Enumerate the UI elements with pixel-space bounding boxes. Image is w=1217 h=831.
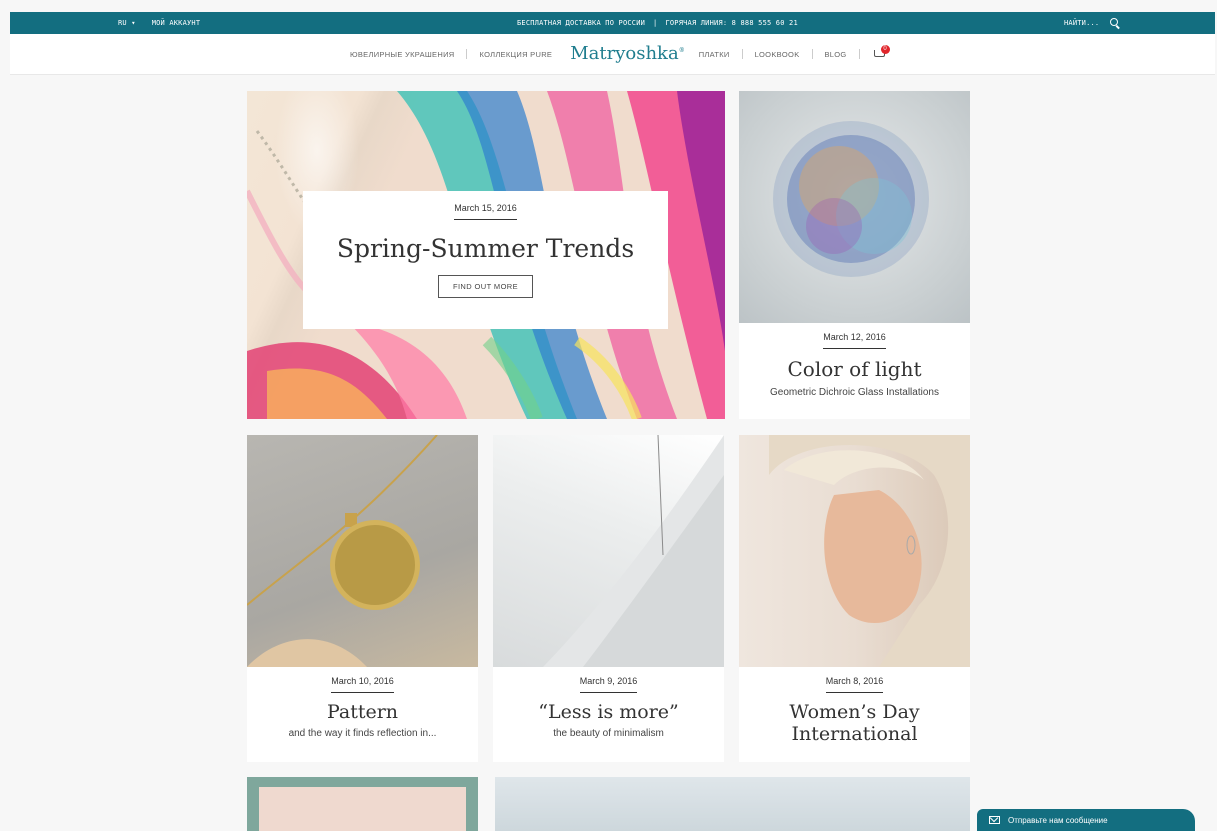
logo-mark: ® (678, 46, 685, 54)
language-label: RU (118, 19, 127, 27)
site-logo[interactable]: Matryoshka® (570, 43, 684, 64)
post-card-footer: March 9, 2016 “Less is more” the beauty … (493, 667, 724, 762)
minimalism-image (493, 435, 724, 667)
post-title[interactable]: Color of light (739, 357, 970, 381)
post-card-partial-wide[interactable] (495, 777, 970, 831)
nav-divider (466, 49, 468, 59)
cart-icon[interactable]: 0 (872, 45, 890, 60)
post-date: March 12, 2016 (823, 332, 886, 349)
post-card-footer: March 8, 2016 Women’s Day International (739, 667, 970, 762)
top-bar: RU ▾ МОЙ АККАУНТ БЕСПЛАТНАЯ ДОСТАВКА ПО … (10, 12, 1215, 34)
post-card-pattern[interactable]: March 10, 2016 Pattern and the way it fi… (247, 435, 478, 762)
post-subtitle: the beauty of minimalism (553, 728, 664, 739)
search-icon[interactable] (1109, 17, 1121, 29)
post-title[interactable]: Spring-Summer Trends (303, 234, 668, 263)
nav-item-lookbook[interactable]: LOOKBOOK (755, 50, 800, 59)
hotline-info: ГОРЯЧАЯ ЛИНИЯ: 8 888 555 60 21 (665, 19, 798, 27)
cart-count-badge: 0 (880, 45, 890, 54)
nav-item-scarves[interactable]: ПЛАТКИ (699, 50, 730, 59)
post-card-womens-day[interactable]: March 8, 2016 Women’s Day International (739, 435, 970, 762)
mail-icon (989, 816, 1000, 824)
post-title[interactable]: “Less is more” (493, 701, 724, 723)
post-subtitle: and the way it finds reflection in... (288, 728, 437, 739)
post-card-footer: March 12, 2016 Color of light Geometric … (739, 323, 970, 419)
post-date: March 8, 2016 (825, 676, 884, 693)
pendant-image (247, 435, 478, 667)
nav-divider (741, 49, 743, 59)
post-date: March 9, 2016 (579, 676, 638, 693)
post-card-color-of-light[interactable]: March 12, 2016 Color of light Geometric … (739, 91, 970, 419)
chat-widget-button[interactable]: Отправьте нам сообщение (977, 809, 1195, 831)
search-input[interactable]: НАЙТИ... (1064, 19, 1099, 27)
chat-label: Отправьте нам сообщение (1008, 815, 1108, 825)
shipping-info: БЕСПЛАТНАЯ ДОСТАВКА ПО РОССИИ (517, 19, 646, 27)
hero-post[interactable]: March 15, 2016 Spring-Summer Trends FIND… (247, 91, 725, 419)
nav-divider (811, 49, 813, 59)
post-card-footer: March 10, 2016 Pattern and the way it fi… (247, 667, 478, 762)
post-subtitle: Geometric Dichroic Glass Installations (770, 387, 939, 398)
post-title[interactable]: Women’s Day International (770, 701, 940, 745)
main-nav: ЮВЕЛИРНЫЕ УКРАШЕНИЯ КОЛЛЕКЦИЯ PURE Matry… (10, 34, 1215, 75)
dichroic-glass-image (739, 91, 970, 323)
post-card-partial[interactable] (247, 777, 478, 831)
nav-item-pure-collection[interactable]: КОЛЛЕКЦИЯ PURE (479, 50, 552, 59)
post-date: March 10, 2016 (331, 676, 394, 693)
nav-divider (858, 49, 860, 59)
nav-item-blog[interactable]: BLOG (825, 50, 847, 59)
topbar-divider: | (653, 19, 658, 27)
post-title[interactable]: Pattern (247, 701, 478, 723)
language-selector[interactable]: RU ▾ (118, 19, 136, 27)
portrait-image (739, 435, 970, 667)
hero-caption-card: March 15, 2016 Spring-Summer Trends FIND… (303, 191, 668, 329)
logo-text: Matryoshka (570, 42, 679, 64)
post-date: March 15, 2016 (454, 203, 517, 220)
post-card-less-is-more[interactable]: March 9, 2016 “Less is more” the beauty … (493, 435, 724, 762)
nav-item-jewelry[interactable]: ЮВЕЛИРНЫЕ УКРАШЕНИЯ (350, 50, 454, 59)
illustration-image (259, 787, 466, 831)
find-out-more-button[interactable]: FIND OUT MORE (437, 275, 534, 298)
my-account-link[interactable]: МОЙ АККАУНТ (152, 19, 201, 27)
